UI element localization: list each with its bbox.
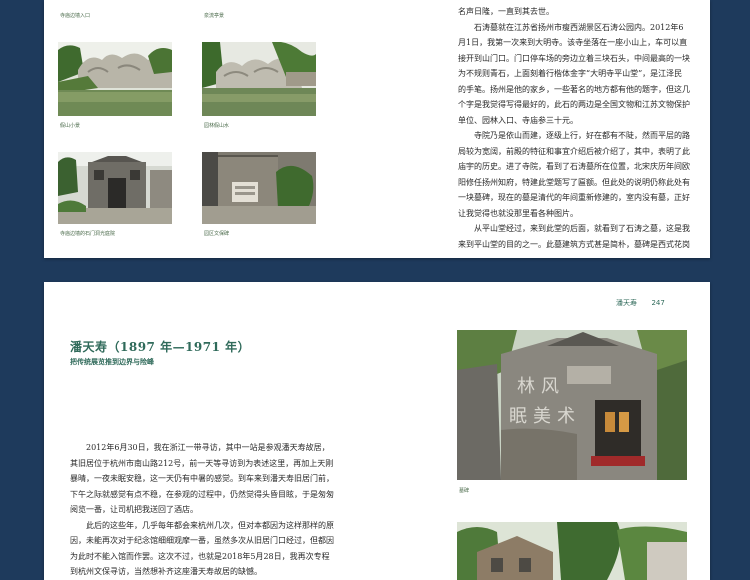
paragraph-2: 石涛墓就在江苏省扬州市瘦西湖景区石涛公园内。2012年6月1日，我第一次来到大明… xyxy=(458,22,690,125)
caption-4: 园林假山水 xyxy=(204,123,230,129)
bottom-page-body-text: 2012年6月30日，我在浙江一带寻访，其中一站是参观潘天寿故居，其旧居位于杭州… xyxy=(70,440,336,580)
top-page-body-text: 名声日隆，一直到其去世。 石涛墓就在江苏省扬州市瘦西湖景区石涛公园内。2012年… xyxy=(458,4,690,254)
photo-memorial-stone xyxy=(202,152,316,224)
svg-text:美: 美 xyxy=(533,406,551,427)
photo-house-among-trees xyxy=(457,522,687,580)
paragraph-3: 寺院乃是依山而建，逐级上行，好在都有不陡，然而平层的路局较为宽阔，前殿的特征和事… xyxy=(458,131,690,218)
photo-pavilion xyxy=(202,0,302,7)
header-name: 潘天寿 xyxy=(616,299,637,307)
header-page-number: 247 xyxy=(651,299,665,307)
caption-2: 泉流亭景 xyxy=(204,13,225,19)
svg-text:林: 林 xyxy=(517,376,535,397)
svg-text:术: 术 xyxy=(557,406,575,427)
photo-rockery-pond xyxy=(58,42,172,116)
photo-temple-entrance xyxy=(58,0,172,7)
paragraph-6: 此后的这些年，几乎每年都会来杭州几次，但对本都因为这样那样的原因，未能再次对于纪… xyxy=(70,520,334,577)
photo-caption-tomb: 墓碑 xyxy=(459,488,470,494)
svg-text:眠: 眠 xyxy=(509,406,527,427)
caption-6: 园区文保碑 xyxy=(204,231,230,237)
caption-5: 寺庙边墙的石门洞光庭院 xyxy=(60,231,116,237)
bottom-book-page: 潘天寿 247 潘天寿（1897 年—1971 年） 把传统展览推到边界与险峰 … xyxy=(44,282,710,580)
svg-text:风: 风 xyxy=(541,376,559,397)
caption-1: 寺庙边墙入口 xyxy=(60,13,91,19)
photo-art-museum-facade: 林 风 眠 美 术 xyxy=(457,330,687,480)
photo-garden-rockery xyxy=(202,42,316,116)
running-header: 潘天寿 247 xyxy=(616,298,665,308)
top-book-page: 寺庙边墙入口 泉流亭景 假山小景 园林假山水 寺庙边墙的石门洞光庭院 园区文保碑… xyxy=(44,0,710,258)
photo-stone-gate xyxy=(58,152,172,224)
paragraph-1: 名声日隆，一直到其去世。 xyxy=(458,7,554,16)
chapter-title: 潘天寿（1897 年—1971 年） xyxy=(70,340,251,354)
paragraph-5: 2012年6月30日，我在浙江一带寻访，其中一站是参观潘天寿故居，其旧居位于杭州… xyxy=(70,443,334,514)
paragraph-4: 从平山堂经过，来到此堂的后面，就看到了石涛之墓，这是我来到平山堂的目的之一。此墓… xyxy=(458,224,690,249)
caption-3: 假山小景 xyxy=(60,123,81,129)
chapter-subtitle: 把传统展览推到边界与险峰 xyxy=(70,357,154,366)
